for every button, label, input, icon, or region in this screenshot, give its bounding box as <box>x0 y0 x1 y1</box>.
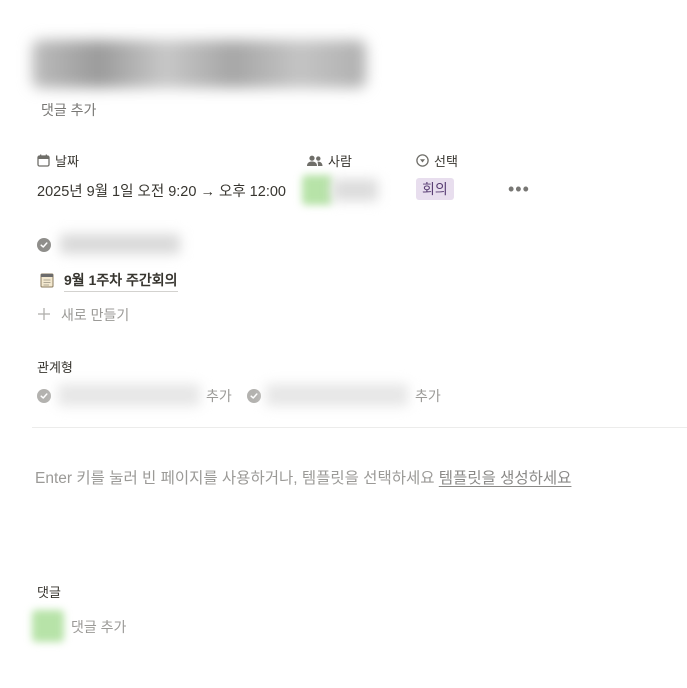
checked-circle-icon <box>37 238 51 252</box>
property-date-value[interactable]: 2025년 9월 1일 오전 9:20 → 오후 12:00 <box>37 180 286 201</box>
plus-icon <box>37 307 51 324</box>
select-icon <box>416 154 429 167</box>
relation-add-button[interactable]: 추가 <box>206 386 232 406</box>
relation-add-button[interactable]: 추가 <box>415 386 441 406</box>
checked-circle-icon <box>247 389 261 403</box>
property-date-label: 날짜 <box>55 154 79 169</box>
checked-circle-icon <box>37 389 51 403</box>
property-person-value[interactable] <box>302 175 378 205</box>
create-template-link[interactable]: 템플릿을 생성하세요 <box>439 470 572 487</box>
add-comment-link[interactable]: 댓글 추가 <box>41 100 96 120</box>
calendar-icon <box>37 154 50 167</box>
new-page-button[interactable]: 새로 만들기 <box>37 305 129 325</box>
more-options-icon[interactable]: ••• <box>508 180 530 198</box>
relation-label: 관계형 <box>37 360 73 375</box>
new-page-label: 새로 만들기 <box>61 307 130 323</box>
linked-page-title[interactable]: 9월 1주차 주간회의 <box>64 270 178 292</box>
linked-page-item[interactable]: 9월 1주차 주간회의 <box>40 270 178 292</box>
empty-page-hint[interactable]: Enter 키를 눌러 빈 페이지를 사용하거나, 템플릿을 선택하세요 템플릿… <box>35 466 571 488</box>
property-redacted-value[interactable] <box>60 234 180 254</box>
comments-label: 댓글 <box>37 585 61 600</box>
select-tag[interactable]: 회의 <box>416 178 454 200</box>
divider <box>32 427 687 428</box>
notion-page: 댓글 추가 날짜 사람 선택 2025년 9월 1일 오전 9:20 → 오후 … <box>0 0 687 688</box>
property-person-label: 사람 <box>328 154 352 169</box>
relation-redacted-value[interactable] <box>58 384 200 406</box>
relation-redacted-value[interactable] <box>266 384 408 406</box>
page-title-redacted[interactable] <box>32 40 366 88</box>
property-person-header[interactable]: 사람 <box>307 151 352 170</box>
property-date-header[interactable]: 날짜 <box>37 151 79 170</box>
avatar <box>32 610 64 642</box>
people-icon <box>307 155 323 167</box>
person-name-redacted <box>332 179 378 201</box>
empty-page-hint-text: Enter 키를 눌러 빈 페이지를 사용하거나, 템플릿을 선택하세요 <box>35 470 435 487</box>
avatar <box>302 175 332 205</box>
add-comment-input[interactable]: 댓글 추가 <box>71 617 126 637</box>
property-select-label: 선택 <box>434 154 458 169</box>
notepad-icon <box>40 272 54 291</box>
property-select-header[interactable]: 선택 <box>416 151 458 170</box>
